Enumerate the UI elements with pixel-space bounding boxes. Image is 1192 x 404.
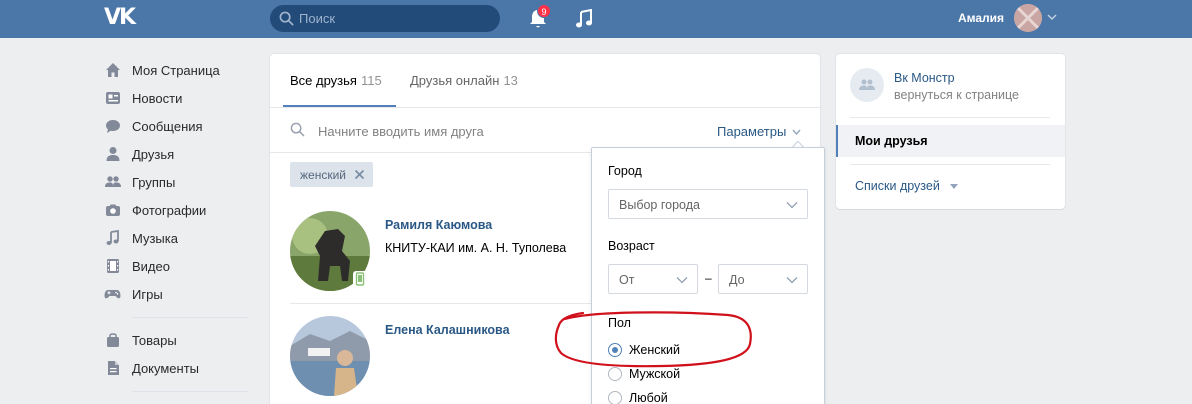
tab-label: Друзья онлайн xyxy=(410,73,500,88)
age-to-select[interactable]: До xyxy=(718,264,808,294)
divider xyxy=(132,317,248,318)
sidebar-item-video[interactable]: Видео xyxy=(104,252,254,280)
close-icon[interactable] xyxy=(354,169,365,180)
sidebar-item-messages[interactable]: Сообщения xyxy=(104,112,254,140)
city-select[interactable]: Выбор города xyxy=(608,189,808,219)
mobile-online-icon xyxy=(353,271,367,287)
sidebar-item-label: Группы xyxy=(132,174,176,190)
group-icon[interactable] xyxy=(850,68,884,102)
age-from-value: От xyxy=(619,273,635,287)
city-label: Город xyxy=(608,164,642,178)
sidebar-item-label: Фотографии xyxy=(132,202,207,218)
group-name-link[interactable]: Вк Монстр xyxy=(894,71,955,85)
document-icon xyxy=(104,360,121,377)
friend-name[interactable]: Рамиля Каюмова xyxy=(385,218,492,232)
sidebar-item-label: Моя Страница xyxy=(132,62,220,78)
tab-friends-online[interactable]: Друзья онлайн 13 xyxy=(410,73,518,88)
chevron-down-icon xyxy=(786,202,798,209)
chevron-down-icon xyxy=(676,277,688,284)
messages-icon xyxy=(104,118,121,135)
divider xyxy=(850,117,1050,118)
person-icon xyxy=(104,146,121,163)
sidebar-item-label: Друзья xyxy=(132,146,175,162)
sidebar-item-label: Музыка xyxy=(132,230,178,246)
age-to-value: До xyxy=(729,273,745,287)
search-icon xyxy=(279,11,294,26)
chevron-down-icon[interactable] xyxy=(1047,13,1057,21)
age-from-select[interactable]: От xyxy=(608,264,698,294)
bag-icon xyxy=(104,332,121,349)
annotation-circle xyxy=(554,311,752,368)
tab-bar: Все друзья 115 Друзья онлайн 13 xyxy=(270,54,820,108)
radio-label: Любой xyxy=(629,391,668,404)
news-icon xyxy=(104,90,121,107)
search-icon xyxy=(290,122,305,137)
user-name[interactable]: Амалия xyxy=(958,11,1004,25)
camera-icon xyxy=(104,202,121,219)
params-button[interactable]: Параметры xyxy=(717,124,786,139)
sidebar-item-label: Товары xyxy=(132,332,177,348)
tab-all-friends[interactable]: Все друзья 115 xyxy=(290,73,382,88)
sidebar-item-music[interactable]: Музыка xyxy=(104,224,254,252)
radio-button[interactable] xyxy=(608,391,622,404)
sidebar-item-friends[interactable]: Друзья xyxy=(104,140,254,168)
right-panel: Вк Монстр вернуться к странице Мои друзь… xyxy=(836,54,1065,209)
sidebar-item-label: Новости xyxy=(132,90,183,106)
sidebar-item-groups[interactable]: Группы xyxy=(104,168,254,196)
menu-item-label: Мои друзья xyxy=(855,134,928,148)
sidebar-item-my-page[interactable]: Моя Страница xyxy=(104,56,254,84)
avatar[interactable] xyxy=(1014,4,1042,32)
sidebar-item-news[interactable]: Новости xyxy=(104,84,254,112)
return-to-page-link[interactable]: вернуться к странице xyxy=(894,88,1019,102)
friend-search-input[interactable]: Начните вводить имя друга xyxy=(318,124,484,139)
tab-label: Все друзья xyxy=(290,73,357,88)
sidebar-item-label: Документы xyxy=(132,360,200,376)
home-icon xyxy=(104,62,121,79)
divider xyxy=(850,164,1050,165)
menu-item-my-friends[interactable]: Мои друзья xyxy=(836,125,1065,157)
friend-avatar[interactable] xyxy=(290,316,370,396)
friend-name[interactable]: Елена Калашникова xyxy=(385,323,510,337)
sidebar-item-label: Сообщения xyxy=(132,118,203,134)
caret-down-icon[interactable] xyxy=(950,184,958,189)
divider xyxy=(132,391,248,392)
search-placeholder: Поиск xyxy=(299,11,336,26)
filter-chip: женский xyxy=(290,162,373,187)
film-icon xyxy=(104,258,121,275)
active-tab-indicator xyxy=(283,105,396,107)
music-note-icon xyxy=(104,230,121,247)
tab-count: 115 xyxy=(360,73,382,88)
gender-option-any[interactable]: Любой xyxy=(608,388,668,404)
sidebar-item-label: Игры xyxy=(132,286,163,302)
friend-lists-toggle[interactable]: Списки друзей xyxy=(855,179,940,193)
city-select-value: Выбор города xyxy=(619,198,700,212)
sidebar-item-documents[interactable]: Документы xyxy=(104,354,254,382)
tab-count: 13 xyxy=(503,73,518,88)
sidebar-item-label: Видео xyxy=(132,258,170,274)
groups-icon xyxy=(104,174,121,191)
friend-subtitle: КНИТУ-КАИ им. А. Н. Туполева xyxy=(385,241,567,255)
sidebar-item-goods[interactable]: Товары xyxy=(104,326,254,354)
sidebar-item-photos[interactable]: Фотографии xyxy=(104,196,254,224)
top-bar: VK Поиск 9 Амалия xyxy=(0,0,1192,38)
chip-label: женский xyxy=(300,167,346,182)
chevron-down-icon[interactable] xyxy=(792,129,801,135)
chevron-down-icon xyxy=(786,277,798,284)
vk-logo[interactable]: VK xyxy=(104,7,140,29)
age-label: Возраст xyxy=(608,239,655,253)
gamepad-icon xyxy=(104,286,121,303)
notification-badge: 9 xyxy=(537,4,551,18)
left-nav: Моя Страница Новости Сообщения Друзья Гр… xyxy=(104,56,254,400)
music-icon[interactable] xyxy=(574,9,594,29)
age-range-dash: – xyxy=(705,271,712,285)
search-input[interactable]: Поиск xyxy=(270,5,500,32)
sidebar-item-games[interactable]: Игры xyxy=(104,280,254,308)
